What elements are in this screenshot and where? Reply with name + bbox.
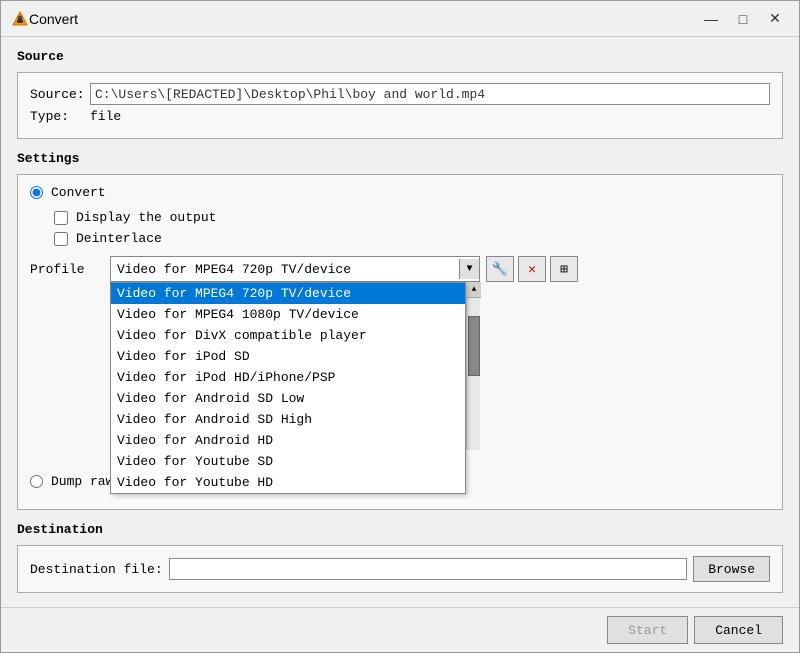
window-controls: — □ ✕ [697, 9, 789, 29]
dest-file-label: Destination file: [30, 562, 163, 577]
profile-row: Profile Video for MPEG4 720p TV/device ▼… [30, 256, 770, 282]
display-output-label: Display the output [76, 210, 216, 225]
start-button[interactable]: Start [607, 616, 688, 644]
main-window: Convert — □ ✕ Source Source: Type: file [0, 0, 800, 653]
convert-radio-row: Convert [30, 185, 770, 200]
scrollbar-up-arrow[interactable]: ▲ [467, 282, 481, 298]
deinterlace-label: Deinterlace [76, 231, 162, 246]
profile-option-3[interactable]: Video for iPod SD [111, 346, 465, 367]
profile-option-9[interactable]: Video for Youtube HD [111, 472, 465, 493]
close-button[interactable]: ✕ [761, 9, 789, 29]
profile-copy-button[interactable]: ⊞ [550, 256, 578, 282]
title-bar: Convert — □ ✕ [1, 1, 799, 37]
profile-option-1[interactable]: Video for MPEG4 1080p TV/device [111, 304, 465, 325]
profile-label: Profile [30, 262, 110, 277]
destination-section-title: Destination [17, 522, 783, 537]
profile-option-7[interactable]: Video for Android HD [111, 430, 465, 451]
type-field-label: Type: [30, 109, 90, 124]
scrollbar-thumb[interactable] [468, 316, 480, 376]
dump-radio[interactable] [30, 475, 43, 488]
profile-tools: 🔧 ✕ ⊞ [486, 256, 578, 282]
source-box: Source: Type: file [17, 72, 783, 139]
minimize-button[interactable]: — [697, 9, 725, 29]
source-section: Source Source: Type: file [17, 49, 783, 139]
destination-section: Destination Destination file: Browse [17, 522, 783, 593]
dest-file-input[interactable] [169, 558, 688, 580]
profile-option-2[interactable]: Video for DivX compatible player [111, 325, 465, 346]
dropdown-scrollbar: ▲ [466, 282, 480, 450]
bottom-bar: Start Cancel [1, 607, 799, 652]
type-field-value: file [90, 109, 121, 124]
settings-section: Settings Convert Display the output Dein… [17, 151, 783, 510]
source-input[interactable] [90, 83, 770, 105]
type-field-row: Type: file [30, 109, 770, 124]
destination-box: Destination file: Browse [17, 545, 783, 593]
settings-section-title: Settings [17, 151, 783, 166]
profile-select-text: Video for MPEG4 720p TV/device [117, 262, 453, 277]
source-section-title: Source [17, 49, 783, 64]
browse-button[interactable]: Browse [693, 556, 770, 582]
dest-file-row: Destination file: Browse [30, 556, 770, 582]
convert-radio[interactable] [30, 186, 43, 199]
maximize-button[interactable]: □ [729, 9, 757, 29]
deinterlace-row: Deinterlace [54, 231, 770, 246]
profile-edit-button[interactable]: 🔧 [486, 256, 514, 282]
profile-option-8[interactable]: Video for Youtube SD [111, 451, 465, 472]
profile-option-0[interactable]: Video for MPEG4 720p TV/device [111, 283, 465, 304]
content-area: Source Source: Type: file Settings Conve [1, 37, 799, 607]
profile-option-6[interactable]: Video for Android SD High [111, 409, 465, 430]
profile-option-4[interactable]: Video for iPod HD/iPhone/PSP [111, 367, 465, 388]
window-title: Convert [29, 11, 697, 27]
display-output-checkbox[interactable] [54, 211, 68, 225]
settings-box: Convert Display the output Deinterlace P… [17, 174, 783, 510]
vlc-icon [11, 10, 29, 28]
profile-select-display[interactable]: Video for MPEG4 720p TV/device ▼ [110, 256, 480, 282]
profile-dropdown-wrapper: Video for MPEG4 720p TV/device ▼ Video f… [110, 256, 480, 282]
display-output-row: Display the output [54, 210, 770, 225]
profile-dropdown-list: Video for MPEG4 720p TV/device Video for… [110, 282, 466, 494]
profile-delete-button[interactable]: ✕ [518, 256, 546, 282]
profile-option-5[interactable]: Video for Android SD Low [111, 388, 465, 409]
source-field-row: Source: [30, 83, 770, 105]
cancel-button[interactable]: Cancel [694, 616, 783, 644]
source-field-label: Source: [30, 87, 90, 102]
convert-radio-label: Convert [51, 185, 106, 200]
deinterlace-checkbox[interactable] [54, 232, 68, 246]
chevron-down-icon: ▼ [459, 259, 479, 279]
